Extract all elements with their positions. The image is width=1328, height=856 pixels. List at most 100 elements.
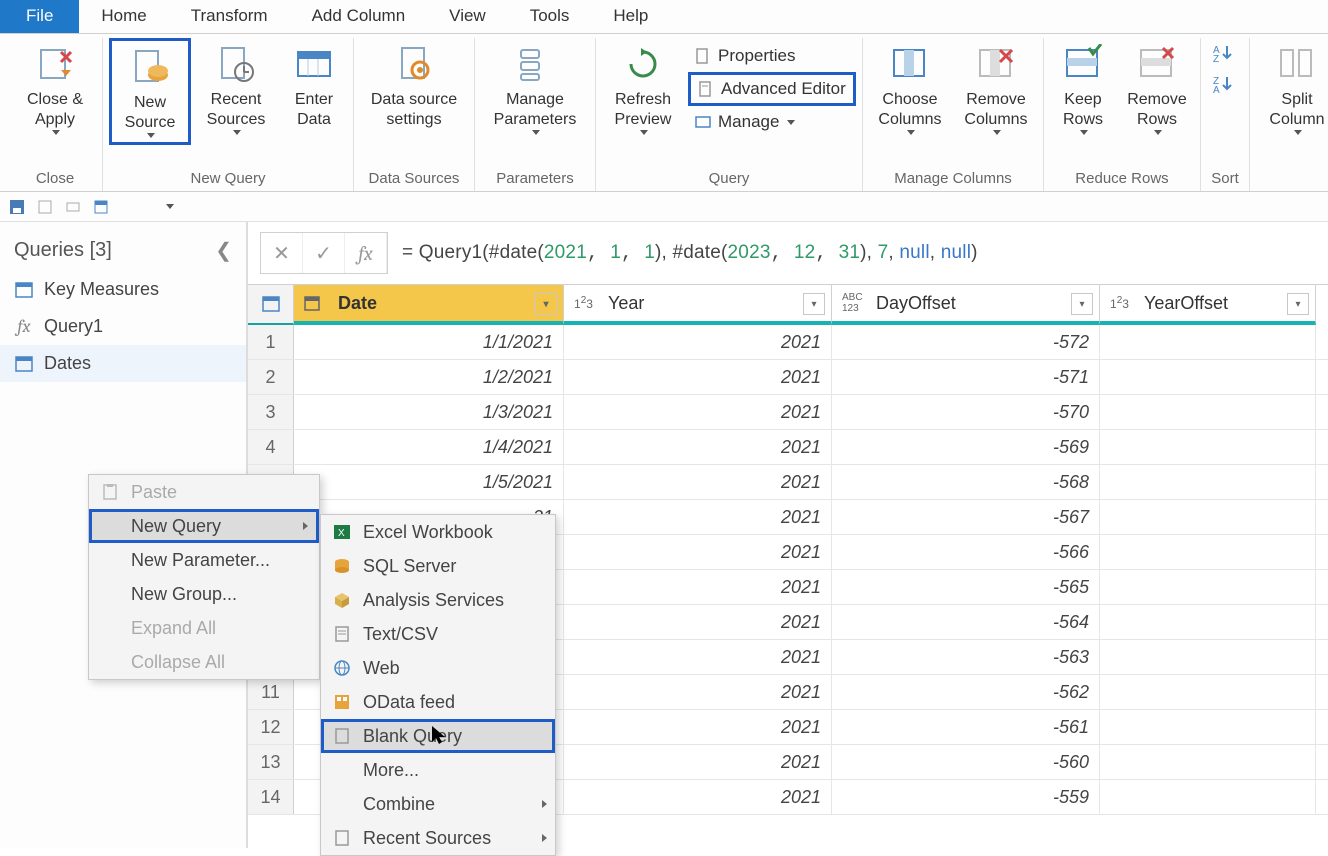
column-filter-icon[interactable]: ▾ <box>1287 293 1309 315</box>
ctx-new-group[interactable]: New Group... <box>89 577 319 611</box>
cell-year[interactable]: 2021 <box>564 395 832 429</box>
cell-dayoffset[interactable]: -560 <box>832 745 1100 779</box>
enter-data-button[interactable]: Enter Data <box>281 38 347 134</box>
remove-columns-button[interactable]: Remove Columns <box>955 38 1037 139</box>
column-header-date[interactable]: Date▾ <box>294 285 564 325</box>
menu-help[interactable]: Help <box>591 0 670 33</box>
cell-date[interactable]: 1/4/2021 <box>294 430 564 464</box>
cell-year[interactable]: 2021 <box>564 570 832 604</box>
sort-desc-button[interactable]: ZA <box>1213 75 1237 98</box>
cell-yearoffset[interactable] <box>1100 710 1316 744</box>
cell-dayoffset[interactable]: -567 <box>832 500 1100 534</box>
save-icon[interactable] <box>8 198 26 216</box>
cell-year[interactable]: 2021 <box>564 325 832 359</box>
submenu-analysis-services[interactable]: Analysis Services <box>321 583 555 617</box>
cell-dayoffset[interactable]: -571 <box>832 360 1100 394</box>
formula-fx-button[interactable]: fx <box>345 233 387 273</box>
table-row[interactable]: 21/2/20212021-571 <box>248 360 1328 395</box>
menu-tools[interactable]: Tools <box>508 0 592 33</box>
submenu-blank-query[interactable]: Blank Query <box>321 719 555 753</box>
choose-columns-button[interactable]: Choose Columns <box>869 38 951 139</box>
qa-icon-3[interactable] <box>64 198 82 216</box>
cell-date[interactable]: 1/2/2021 <box>294 360 564 394</box>
cell-year[interactable]: 2021 <box>564 745 832 779</box>
submenu-combine[interactable]: Combine <box>321 787 555 821</box>
properties-button[interactable]: Properties <box>688 42 856 70</box>
cell-year[interactable]: 2021 <box>564 710 832 744</box>
cell-date[interactable]: 1/3/2021 <box>294 395 564 429</box>
column-header-dayoffset[interactable]: ABC123DayOffset▾ <box>832 285 1100 325</box>
submenu-sql-server[interactable]: SQL Server <box>321 549 555 583</box>
table-row[interactable]: 51/5/20212021-568 <box>248 465 1328 500</box>
cell-dayoffset[interactable]: -565 <box>832 570 1100 604</box>
close-apply-button[interactable]: Close & Apply <box>14 38 96 139</box>
keep-rows-button[interactable]: Keep Rows <box>1050 38 1116 139</box>
query-item-dates[interactable]: Dates <box>0 345 246 382</box>
cell-yearoffset[interactable] <box>1100 780 1316 814</box>
select-all-corner[interactable] <box>248 285 294 325</box>
menu-add-column[interactable]: Add Column <box>290 0 428 33</box>
manage-button[interactable]: Manage <box>688 108 856 136</box>
cell-yearoffset[interactable] <box>1100 465 1316 499</box>
submenu-more[interactable]: More... <box>321 753 555 787</box>
cell-dayoffset[interactable]: -572 <box>832 325 1100 359</box>
qa-dropdown-icon[interactable] <box>160 198 178 216</box>
cell-date[interactable]: 1/1/2021 <box>294 325 564 359</box>
submenu-web[interactable]: Web <box>321 651 555 685</box>
submenu-text-csv[interactable]: Text/CSV <box>321 617 555 651</box>
menu-home[interactable]: Home <box>79 0 168 33</box>
cell-yearoffset[interactable] <box>1100 640 1316 674</box>
cell-dayoffset[interactable]: -569 <box>832 430 1100 464</box>
formula-accept-button[interactable]: ✓ <box>303 233 345 273</box>
column-header-yearoffset[interactable]: 123YearOffset▾ <box>1100 285 1316 325</box>
submenu-recent-sources[interactable]: Recent Sources <box>321 821 555 855</box>
table-row[interactable]: 41/4/20212021-569 <box>248 430 1328 465</box>
cell-year[interactable]: 2021 <box>564 675 832 709</box>
query-item-query1[interactable]: fx Query1 <box>0 308 246 345</box>
cell-year[interactable]: 2021 <box>564 500 832 534</box>
query-item-key-measures[interactable]: Key Measures <box>0 271 246 308</box>
cell-year[interactable]: 2021 <box>564 535 832 569</box>
sort-asc-button[interactable]: AZ <box>1213 44 1237 67</box>
cell-dayoffset[interactable]: -570 <box>832 395 1100 429</box>
submenu-odata-feed[interactable]: OData feed <box>321 685 555 719</box>
cell-yearoffset[interactable] <box>1100 535 1316 569</box>
cell-dayoffset[interactable]: -568 <box>832 465 1100 499</box>
formula-cancel-button[interactable]: ✕ <box>261 233 303 273</box>
cell-year[interactable]: 2021 <box>564 430 832 464</box>
cell-dayoffset[interactable]: -564 <box>832 605 1100 639</box>
column-filter-icon[interactable]: ▾ <box>1071 293 1093 315</box>
column-header-year[interactable]: 123Year▾ <box>564 285 832 325</box>
ctx-new-parameter[interactable]: New Parameter... <box>89 543 319 577</box>
table-row[interactable]: 11/1/20212021-572 <box>248 325 1328 360</box>
cell-yearoffset[interactable] <box>1100 675 1316 709</box>
data-source-settings-button[interactable]: Data source settings <box>360 38 468 134</box>
cell-yearoffset[interactable] <box>1100 570 1316 604</box>
qa-icon-2[interactable] <box>36 198 54 216</box>
new-source-button[interactable]: New Source <box>109 38 191 145</box>
formula-text[interactable]: = Query1(#date(2021, 1, 1), #date(2023, … <box>388 242 978 264</box>
menu-view[interactable]: View <box>427 0 508 33</box>
menu-transform[interactable]: Transform <box>169 0 290 33</box>
cell-yearoffset[interactable] <box>1100 745 1316 779</box>
column-filter-icon[interactable]: ▾ <box>803 293 825 315</box>
cell-yearoffset[interactable] <box>1100 605 1316 639</box>
qa-icon-4[interactable] <box>92 198 110 216</box>
table-row[interactable]: 31/3/20212021-570 <box>248 395 1328 430</box>
cell-yearoffset[interactable] <box>1100 325 1316 359</box>
advanced-editor-button[interactable]: Advanced Editor <box>688 72 856 106</box>
column-filter-icon[interactable]: ▾ <box>535 293 557 315</box>
refresh-preview-button[interactable]: Refresh Preview <box>602 38 684 139</box>
cell-year[interactable]: 2021 <box>564 640 832 674</box>
cell-yearoffset[interactable] <box>1100 500 1316 534</box>
cell-date[interactable]: 1/5/2021 <box>294 465 564 499</box>
manage-parameters-button[interactable]: Manage Parameters <box>481 38 589 139</box>
menu-file[interactable]: File <box>0 0 79 33</box>
remove-rows-button[interactable]: Remove Rows <box>1120 38 1194 139</box>
submenu-excel-workbook[interactable]: X Excel Workbook <box>321 515 555 549</box>
ctx-new-query[interactable]: New Query <box>89 509 319 543</box>
cell-year[interactable]: 2021 <box>564 465 832 499</box>
cell-dayoffset[interactable]: -563 <box>832 640 1100 674</box>
cell-dayoffset[interactable]: -559 <box>832 780 1100 814</box>
cell-yearoffset[interactable] <box>1100 395 1316 429</box>
